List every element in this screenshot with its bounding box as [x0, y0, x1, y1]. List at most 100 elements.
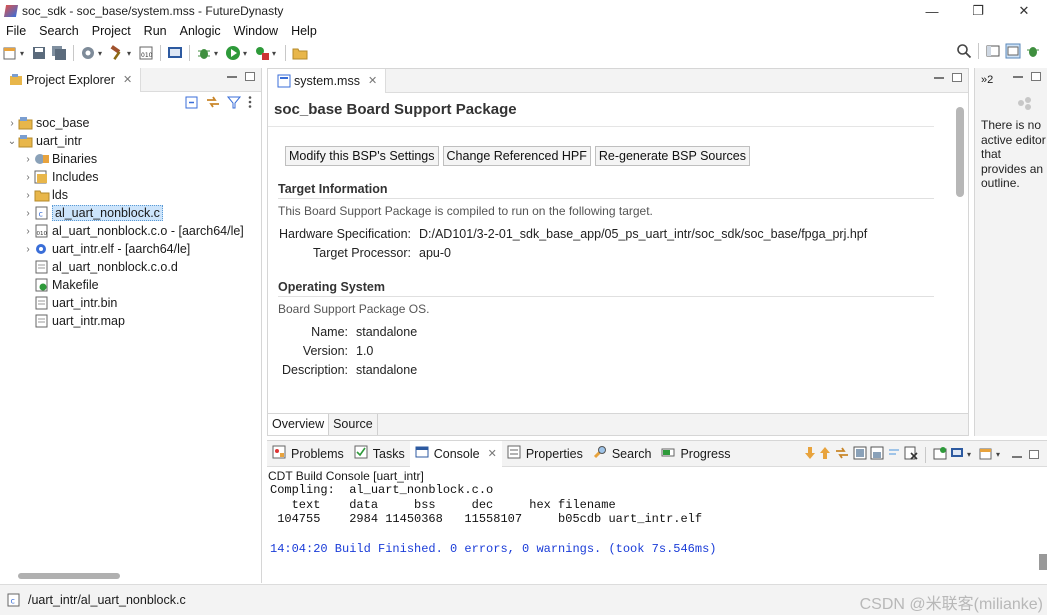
expand-chevron-icon[interactable]: › — [6, 118, 18, 129]
regenerate-bsp-sources-button[interactable]: Re-generate BSP Sources — [594, 146, 750, 166]
filter-icon[interactable] — [226, 95, 242, 112]
tab-properties[interactable]: Properties — [502, 441, 588, 467]
minimize-view-icon[interactable] — [1012, 455, 1022, 458]
build-dropdown-icon[interactable]: ▾ — [127, 49, 133, 58]
title-bar: soc_sdk - soc_base/system.mss - FutureDy… — [0, 0, 1047, 22]
pin-console-icon[interactable] — [933, 446, 947, 463]
change-referenced-hpf-button[interactable]: Change Referenced HPF — [442, 146, 591, 166]
tab-progress[interactable]: Progress — [656, 441, 735, 467]
menu-window[interactable]: Window — [228, 24, 285, 38]
view-menu-icon[interactable] — [247, 95, 253, 112]
run-icon[interactable] — [225, 45, 241, 61]
tab-problems[interactable]: Problems — [267, 441, 349, 467]
run-dropdown-icon[interactable]: ▾ — [243, 49, 249, 58]
menu-run[interactable]: Run — [138, 24, 174, 38]
build-hammer-icon[interactable] — [109, 45, 125, 61]
external-tools-dropdown-icon[interactable]: ▾ — [272, 49, 278, 58]
tree-item[interactable]: › uart_intr.elf - [aarch64/le] — [0, 240, 262, 258]
tree-item[interactable]: › c al_uart_nonblock.c — [0, 204, 262, 222]
close-tab-icon[interactable]: ✕ — [488, 447, 497, 460]
tree-item[interactable]: › lds — [0, 186, 262, 204]
console-line: 104755 2984 11450368 11558107 b05cdb uar… — [270, 512, 703, 526]
hidden-views-chevron[interactable]: »2 — [981, 74, 993, 86]
save-all-icon[interactable] — [51, 45, 67, 61]
display-console-dropdown-icon[interactable]: ▾ — [967, 450, 973, 459]
open-perspective-icon[interactable] — [985, 43, 1001, 59]
menu-anlogic[interactable]: Anlogic — [174, 24, 228, 38]
expand-chevron-icon[interactable]: › — [22, 226, 34, 237]
maximize-view-icon[interactable] — [952, 73, 962, 82]
minimize-button[interactable]: — — [909, 0, 955, 22]
debug-perspective-icon[interactable] — [1025, 43, 1041, 59]
tab-tasks[interactable]: Tasks — [349, 441, 410, 467]
tree-item[interactable]: › soc_base — [0, 114, 262, 132]
tab-overview[interactable]: Overview — [268, 414, 330, 435]
menu-search[interactable]: Search — [33, 24, 86, 38]
remove-launch-icon[interactable] — [904, 446, 918, 463]
minimize-view-icon[interactable] — [1013, 76, 1023, 78]
debug-bug-icon[interactable] — [196, 45, 212, 61]
gear-dropdown-icon[interactable]: ▾ — [98, 49, 104, 58]
open-folder-icon[interactable] — [292, 45, 308, 61]
debug-dropdown-icon[interactable]: ▾ — [214, 49, 220, 58]
new-dropdown-icon[interactable]: ▾ — [20, 49, 26, 58]
tab-project-explorer[interactable]: Project Explorer ✕ — [0, 67, 142, 92]
link-icon[interactable] — [834, 446, 850, 463]
modify-bsp-settings-button[interactable]: Modify this BSP's Settings — [285, 146, 439, 166]
expand-chevron-icon[interactable]: › — [22, 154, 34, 165]
tree-item[interactable]: uart_intr.map — [0, 312, 262, 330]
project-tree: › soc_base ⌄ uart_intr › Binaries › Includes › ld… — [0, 114, 262, 330]
expand-chevron-icon[interactable]: ⌄ — [6, 136, 18, 147]
close-tab-icon[interactable]: ✕ — [368, 74, 377, 87]
expand-chevron-icon[interactable]: › — [22, 190, 34, 201]
expand-chevron-icon[interactable]: › — [22, 172, 34, 183]
close-button[interactable]: ✕ — [1001, 0, 1047, 22]
hardware-spec-row: Hardware Specification: D:/AD101/3-2-01_… — [268, 227, 954, 241]
word-wrap-icon[interactable] — [887, 446, 901, 463]
terminal-icon[interactable] — [167, 45, 183, 61]
expand-chevron-icon[interactable]: › — [22, 208, 34, 219]
save-icon[interactable] — [31, 45, 47, 61]
minimize-view-icon[interactable] — [934, 77, 944, 79]
tab-search[interactable]: Search — [588, 441, 657, 467]
clear-console-icon[interactable] — [853, 446, 867, 463]
restore-button[interactable]: ❐ — [955, 0, 1001, 22]
minimize-view-icon[interactable] — [227, 76, 237, 78]
tree-item[interactable]: › Binaries — [0, 150, 262, 168]
editor-vertical-scrollbar[interactable] — [956, 107, 964, 197]
cpp-perspective-icon[interactable] — [1005, 43, 1021, 59]
arrow-up-icon[interactable] — [819, 446, 831, 463]
tree-item[interactable]: al_uart_nonblock.c.o.d — [0, 258, 262, 276]
scroll-lock-icon[interactable] — [870, 446, 884, 463]
arrow-down-icon[interactable] — [804, 446, 816, 463]
new-console-icon[interactable] — [979, 446, 993, 463]
tree-item[interactable]: › Includes — [0, 168, 262, 186]
menu-project[interactable]: Project — [86, 24, 138, 38]
status-bar: c /uart_intr/al_uart_nonblock.c CSDN @米联… — [0, 584, 1047, 615]
maximize-view-icon[interactable] — [1029, 450, 1039, 459]
tree-item[interactable]: › 010 al_uart_nonblock.c.o - [aarch64/le] — [0, 222, 262, 240]
tab-system-mss[interactable]: system.mss ✕ — [268, 68, 387, 93]
tree-item[interactable]: Makefile — [0, 276, 262, 294]
settings-gear-icon[interactable] — [80, 45, 96, 61]
tree-item[interactable]: uart_intr.bin — [0, 294, 262, 312]
binary-icon[interactable]: 010 — [138, 45, 154, 61]
tab-source[interactable]: Source — [329, 414, 378, 435]
link-with-editor-icon[interactable] — [205, 95, 221, 112]
external-tools-icon[interactable] — [254, 45, 270, 61]
search-icon[interactable] — [956, 43, 972, 59]
menu-help[interactable]: Help — [285, 24, 324, 38]
expand-chevron-icon[interactable]: › — [22, 244, 34, 255]
new-console-dropdown-icon[interactable]: ▾ — [996, 450, 1002, 459]
collapse-all-icon[interactable] — [185, 95, 199, 112]
new-icon[interactable] — [2, 45, 18, 61]
horizontal-scrollbar[interactable] — [18, 573, 120, 579]
close-tab-icon[interactable]: ✕ — [123, 73, 132, 86]
maximize-view-icon[interactable] — [1031, 72, 1041, 81]
tab-console[interactable]: Console ✕ — [409, 440, 502, 467]
tree-item[interactable]: ⌄ uart_intr — [0, 132, 262, 150]
display-console-icon[interactable] — [950, 446, 964, 463]
maximize-view-icon[interactable] — [245, 72, 255, 81]
console-scrollbar[interactable] — [1039, 554, 1047, 570]
menu-file[interactable]: File — [0, 24, 33, 38]
